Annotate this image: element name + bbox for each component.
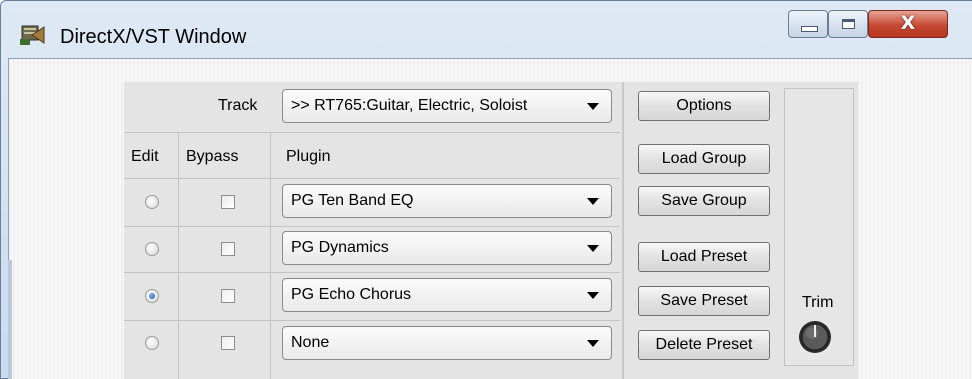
edit-radio-4[interactable] — [145, 336, 159, 350]
grid-line — [124, 132, 620, 133]
track-select-value: >> RT765:Guitar, Electric, Soloist — [291, 97, 528, 114]
plugin-app-icon — [20, 25, 45, 45]
grid-line — [124, 320, 620, 321]
close-icon: X — [900, 12, 916, 34]
chevron-down-icon — [587, 198, 599, 205]
chevron-down-icon — [587, 340, 599, 347]
grid-line — [124, 272, 620, 273]
plugin-select-value: PG Ten Band EQ — [291, 192, 414, 209]
bypass-checkbox-3[interactable] — [221, 289, 235, 303]
grid-line — [270, 132, 271, 379]
edit-radio-2[interactable] — [145, 242, 159, 256]
column-header-bypass: Bypass — [186, 148, 239, 165]
bypass-checkbox-1[interactable] — [221, 195, 235, 209]
chevron-down-icon — [587, 292, 599, 299]
plugin-select-3[interactable]: PG Echo Chorus — [282, 278, 612, 312]
title-bar[interactable]: DirectX/VST Window X — [0, 0, 972, 58]
chevron-down-icon — [587, 245, 599, 252]
chevron-down-icon — [587, 103, 599, 110]
bypass-checkbox-4[interactable] — [221, 336, 235, 350]
plugin-select-value: PG Dynamics — [291, 239, 389, 256]
minimize-icon — [801, 26, 818, 32]
minimize-button[interactable] — [788, 10, 828, 38]
edit-radio-1[interactable] — [145, 195, 159, 209]
plugin-grid: Track >> RT765:Guitar, Electric, Soloist… — [124, 82, 620, 379]
load-preset-button[interactable]: Load Preset — [638, 242, 770, 272]
track-select[interactable]: >> RT765:Guitar, Electric, Soloist — [282, 89, 612, 123]
bypass-checkbox-2[interactable] — [221, 242, 235, 256]
plugin-select-value: None — [291, 334, 330, 351]
column-header-edit: Edit — [131, 148, 159, 165]
plugin-select-value: PG Echo Chorus — [291, 286, 412, 303]
grid-line — [124, 178, 620, 179]
close-button[interactable]: X — [868, 10, 948, 38]
directx-vst-window: DirectX/VST Window X Track >> RT765:Guit… — [0, 0, 972, 379]
edit-radio-3[interactable] — [145, 289, 159, 303]
trim-knob-icon[interactable] — [798, 320, 832, 354]
maximize-icon — [842, 19, 855, 29]
track-label: Track — [218, 97, 258, 114]
trim-label: Trim — [802, 294, 834, 311]
side-controls: Options Load Group Save Group Load Prese… — [622, 82, 860, 379]
grid-line — [124, 226, 620, 227]
column-header-plugin: Plugin — [286, 148, 331, 165]
maximize-button[interactable] — [828, 10, 868, 38]
load-group-button[interactable]: Load Group — [638, 144, 770, 174]
window-title: DirectX/VST Window — [60, 26, 247, 48]
plugin-select-1[interactable]: PG Ten Band EQ — [282, 184, 612, 218]
plugin-select-4[interactable]: None — [282, 326, 612, 360]
save-group-button[interactable]: Save Group — [638, 186, 770, 216]
delete-preset-button[interactable]: Delete Preset — [638, 330, 770, 360]
save-preset-button[interactable]: Save Preset — [638, 286, 770, 316]
plugin-select-2[interactable]: PG Dynamics — [282, 231, 612, 265]
grid-line — [178, 132, 179, 379]
left-edge-highlight — [8, 260, 12, 379]
options-button[interactable]: Options — [638, 91, 770, 121]
dx-vst-panel: Track >> RT765:Guitar, Electric, Soloist… — [124, 82, 858, 379]
